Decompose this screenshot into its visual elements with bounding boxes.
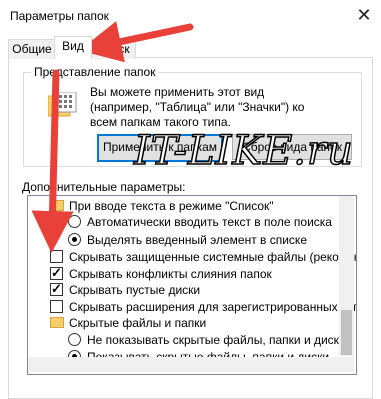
tab-view[interactable]: Вид xyxy=(54,36,92,58)
arrow-to-hide-system-files xyxy=(31,69,74,253)
arrow-to-view-tab xyxy=(79,21,194,63)
annotation-arrows xyxy=(31,21,194,253)
